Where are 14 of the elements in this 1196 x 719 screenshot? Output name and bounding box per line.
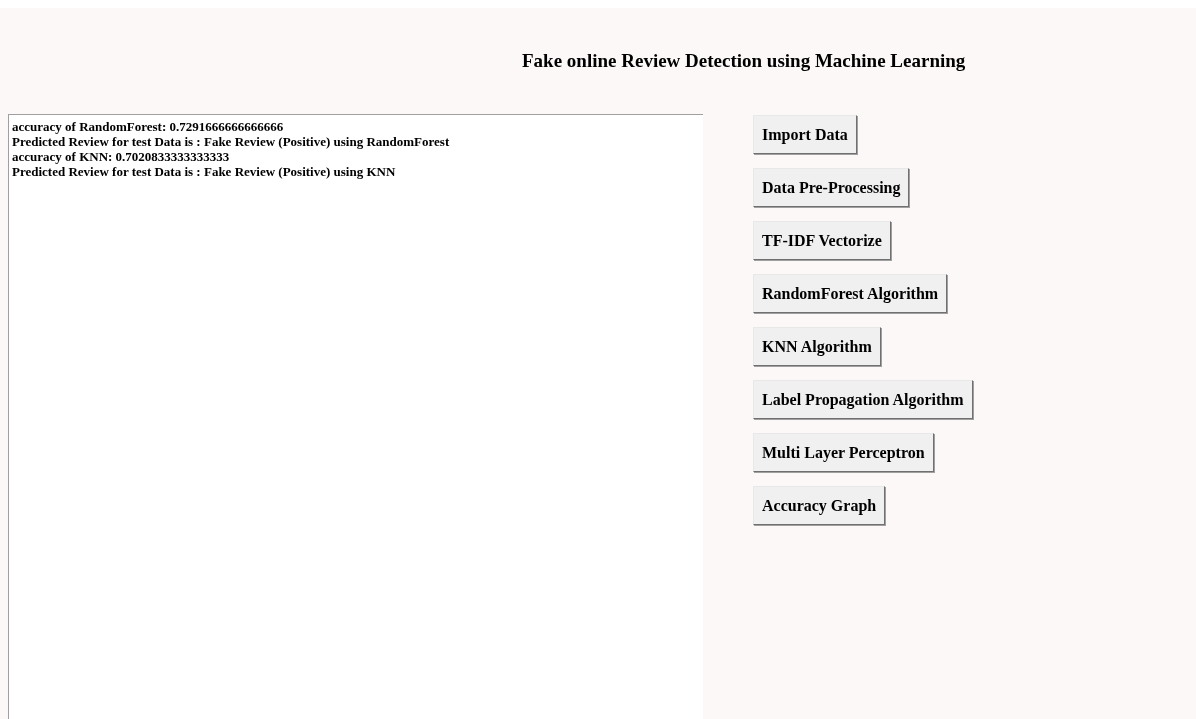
output-text-area[interactable] (8, 114, 703, 719)
action-button[interactable]: Label Propagation Algorithm (753, 380, 973, 419)
action-button[interactable]: TF-IDF Vectorize (753, 221, 891, 260)
output-line: Predicted Review for test Data is : Fake Review (Positive) using KNN (12, 164, 397, 179)
action-button[interactable]: RandomForest Algorithm (753, 274, 948, 313)
action-button[interactable]: Multi Layer Perceptron (753, 433, 934, 472)
action-button[interactable]: Accuracy Graph (753, 486, 886, 525)
output-line: accuracy of RandomForest: 0.7291666666666666 (12, 119, 285, 134)
output-line: Predicted Review for test Data is : Fake Review (Positive) using RandomForest (12, 134, 451, 149)
action-button[interactable]: Data Pre-Processing (753, 168, 910, 207)
app-title: Fake online Review Detection using Machine Learning (522, 50, 966, 71)
output-line: accuracy of KNN: 0.7020833333333333 (12, 149, 231, 164)
action-button[interactable]: Import Data (753, 115, 857, 154)
action-button[interactable]: KNN Algorithm (753, 327, 881, 366)
